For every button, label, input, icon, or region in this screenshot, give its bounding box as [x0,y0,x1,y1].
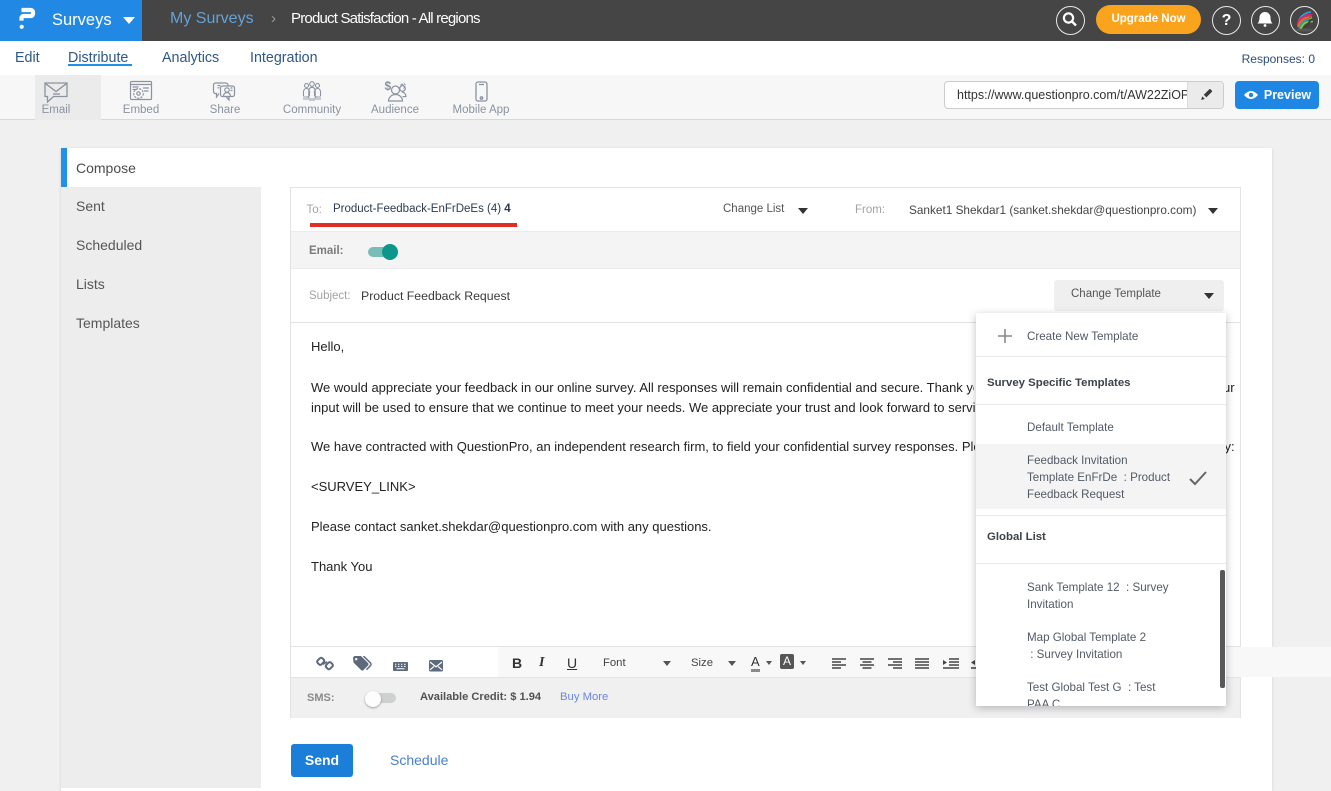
svg-text:$: $ [385,80,392,93]
